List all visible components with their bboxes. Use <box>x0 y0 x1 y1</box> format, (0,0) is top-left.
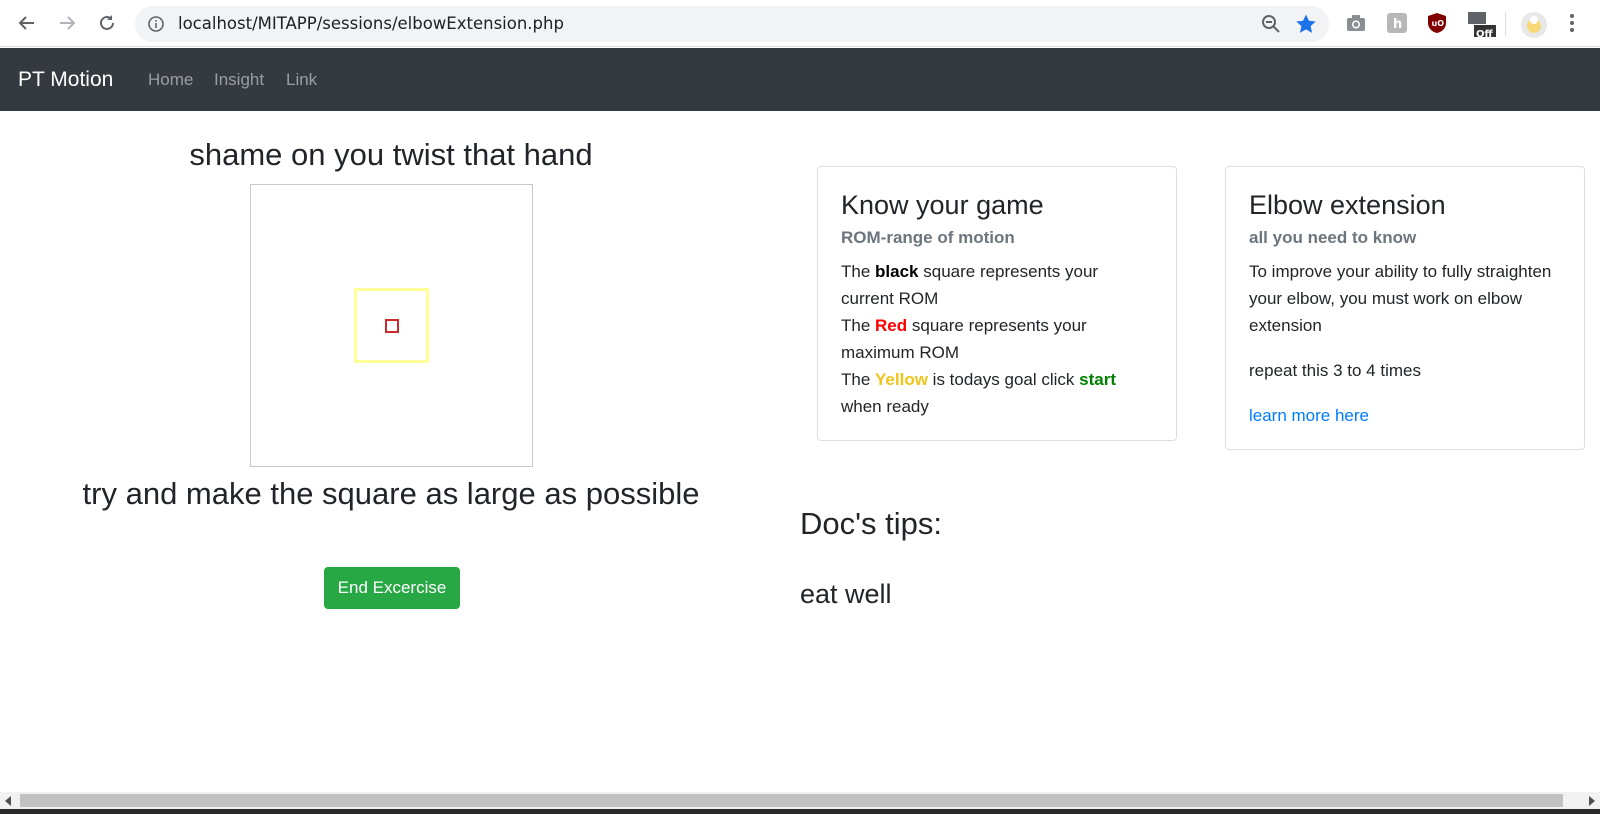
card-subtitle: all you need to know <box>1249 228 1417 248</box>
end-exercise-button[interactable]: End Excercise <box>324 567 460 609</box>
address-bar[interactable]: localhost/MITAPP/sessions/elbowExtension… <box>135 6 1329 42</box>
text-segment: The <box>841 370 876 390</box>
browser-toolbar: localhost/MITAPP/sessions/elbowExtension… <box>0 0 1600 47</box>
keyword-yellow: Yellow <box>875 370 928 390</box>
toolbar-divider <box>1505 12 1506 36</box>
text-segment: is todays goal click <box>927 370 1080 390</box>
text-segment: The <box>841 262 876 282</box>
keyword-start: start <box>1079 370 1116 390</box>
svg-text:h: h <box>1393 17 1402 32</box>
scrollbar-thumb[interactable] <box>20 794 1563 807</box>
back-button[interactable] <box>14 10 40 36</box>
keyword-red: Red <box>875 316 908 336</box>
horizontal-scrollbar[interactable] <box>0 792 1600 809</box>
card-know-your-game: Know your game ROM-range of motion The b… <box>817 166 1177 442</box>
text-segment: when ready <box>841 397 929 417</box>
card-title: Elbow extension <box>1249 190 1446 220</box>
nav-link-home[interactable]: Home <box>148 48 193 111</box>
exercise-instruction: try and make the square as large as poss… <box>82 476 700 511</box>
exercise-heading: shame on you twist that hand <box>189 137 593 172</box>
card-subtitle: ROM-range of motion <box>841 228 1015 248</box>
info-icon[interactable] <box>147 15 165 33</box>
card-body: To improve your ability to fully straigh… <box>1249 262 1552 336</box>
forward-arrow-icon <box>60 16 76 30</box>
profile-avatar-icon[interactable] <box>1521 12 1547 38</box>
card-repeat-text: repeat this 3 to 4 times <box>1249 361 1421 381</box>
reload-icon <box>100 15 114 30</box>
reload-button[interactable] <box>94 10 120 36</box>
learn-more-link[interactable]: learn more here <box>1249 406 1369 425</box>
text-segment: The <box>841 316 876 336</box>
card-elbow-extension: Elbow extension all you need to know To … <box>1225 166 1585 451</box>
back-arrow-icon <box>18 16 34 30</box>
max-rom-square-red <box>385 319 399 333</box>
forward-button[interactable] <box>54 10 80 36</box>
off-badge: Off <box>1476 29 1493 40</box>
nav-link-insight[interactable]: Insight <box>214 48 264 111</box>
card-title: Know your game <box>841 190 1044 220</box>
svg-text:uO: uO <box>1432 19 1445 28</box>
navbar-brand[interactable]: PT Motion <box>18 48 113 111</box>
ublock-shield-icon[interactable]: uO <box>1426 12 1448 34</box>
nav-link-link[interactable]: Link <box>286 48 317 111</box>
scroll-left-arrow-icon[interactable] <box>5 796 11 806</box>
zoom-out-icon[interactable] <box>1261 14 1281 34</box>
keyword-black: black <box>875 262 919 282</box>
tips-heading: Doc's tips: <box>800 506 943 541</box>
site-navbar: PT Motion Home Insight Link <box>0 48 1600 111</box>
url-text[interactable]: localhost/MITAPP/sessions/elbowExtension… <box>178 6 564 42</box>
extension-h-icon[interactable]: h <box>1386 12 1408 34</box>
taskbar-strip <box>0 809 1600 814</box>
tips-text: eat well <box>800 579 892 609</box>
bookmark-star-icon[interactable] <box>1295 13 1317 35</box>
camera-icon[interactable] <box>1345 12 1367 34</box>
scroll-right-arrow-icon[interactable] <box>1589 796 1595 806</box>
menu-dots-icon[interactable] <box>1561 12 1583 34</box>
card-text: The black square represents your current… <box>841 258 1153 420</box>
extension-off-icon[interactable]: Off <box>1466 12 1496 40</box>
motion-canvas <box>250 184 533 467</box>
